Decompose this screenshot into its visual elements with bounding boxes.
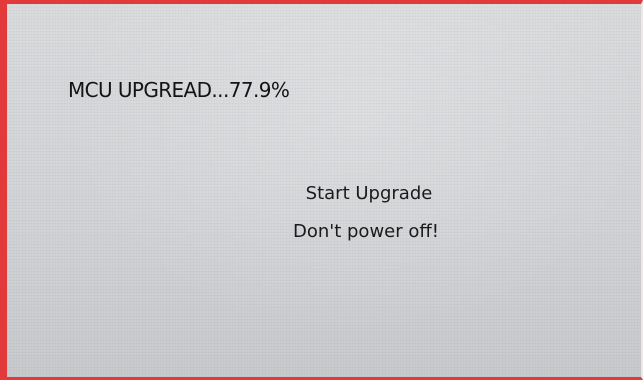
upgrade-screen: MCU UPGREAD...77.9% Start Upgrade Don't … xyxy=(7,4,641,377)
start-upgrade-message: Start Upgrade xyxy=(305,183,433,204)
mcu-upgrade-status: MCU UPGREAD...77.9% xyxy=(68,78,290,102)
power-warning-message: Don't power off! xyxy=(293,221,439,242)
photo-frame: MCU UPGREAD...77.9% Start Upgrade Don't … xyxy=(0,0,643,380)
upgrade-messages: Start Upgrade Don't power off! xyxy=(256,181,476,245)
